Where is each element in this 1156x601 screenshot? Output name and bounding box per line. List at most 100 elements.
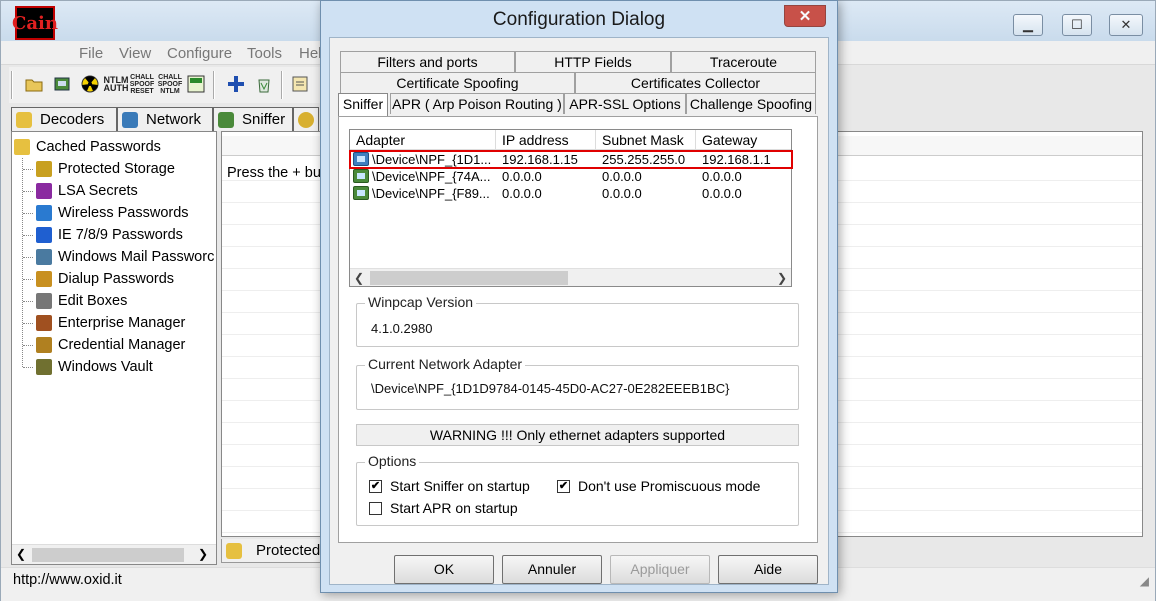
tree-item[interactable]: IE 7/8/9 Passwords <box>36 224 183 246</box>
radiation-icon[interactable] <box>79 73 101 95</box>
scroll-left-icon[interactable]: ❮ <box>350 269 368 286</box>
tree-item[interactable]: Credential Manager <box>36 334 185 356</box>
tree-item-label: IE 7/8/9 Passwords <box>58 227 183 243</box>
no-promiscuous-option[interactable]: ✔ Don't use Promiscuous mode <box>557 478 760 494</box>
tab-apr-ssl-options[interactable]: APR-SSL Options <box>564 93 686 114</box>
tab-decoders[interactable]: Decoders <box>11 107 117 131</box>
tree-item-label: Enterprise Manager <box>58 315 186 331</box>
start-apr-option[interactable]: Start APR on startup <box>369 500 518 516</box>
col-subnet-mask[interactable]: Subnet Mask <box>596 130 696 150</box>
close-button[interactable]: ✕ <box>1109 14 1143 36</box>
menu-tools[interactable]: Tools <box>247 45 282 62</box>
start-sniffer-option[interactable]: ✔ Start Sniffer on startup <box>369 478 530 494</box>
adapter-cell-adapter: \Device\NPF_{1D1... <box>372 152 492 167</box>
menu-file[interactable]: File <box>79 45 103 62</box>
adapter-row[interactable]: \Device\NPF_{F89... 0.0.0.0 0.0.0.0 0.0.0.0 <box>350 185 791 202</box>
network-icon <box>122 111 138 128</box>
menu-configure[interactable]: Configure <box>167 45 232 62</box>
help-button[interactable]: Aide <box>718 555 818 584</box>
tree-panel: Cached Passwords Protected Storage LSA Se… <box>11 131 217 565</box>
calculator-icon[interactable] <box>185 73 207 95</box>
certificate-icon[interactable] <box>289 73 311 95</box>
configuration-dialog: Configuration Dialog ✕ Filters and ports… <box>320 0 838 593</box>
col-gateway[interactable]: Gateway <box>696 130 791 150</box>
tree-item-label: Protected Storage <box>58 161 175 177</box>
tree-root-cached-passwords[interactable]: Cached Passwords <box>14 136 161 158</box>
tree-hscrollbar[interactable]: ❮ ❯ <box>12 544 216 564</box>
apply-button[interactable]: Appliquer <box>610 555 710 584</box>
tab-certificates-collector[interactable]: Certificates Collector <box>575 72 816 93</box>
dialog-close-button[interactable]: ✕ <box>784 5 826 27</box>
tab-traceroute[interactable]: Traceroute <box>671 51 816 72</box>
dialog-title: Configuration Dialog <box>492 9 666 30</box>
start-sniffer-checkbox[interactable]: ✔ <box>369 479 382 493</box>
key-icon <box>298 111 314 128</box>
tab-network[interactable]: Network <box>117 107 213 131</box>
minimize-button[interactable]: ▁ <box>1013 14 1043 36</box>
maximize-button[interactable]: ☐ <box>1062 14 1092 36</box>
winpcap-version-label: Winpcap Version <box>365 294 477 310</box>
tree-item[interactable]: Wireless Passwords <box>36 202 189 224</box>
tab-apr[interactable]: APR ( Arp Poison Routing ) <box>390 93 564 114</box>
scroll-thumb[interactable] <box>32 548 184 562</box>
mail-icon <box>36 249 52 265</box>
menu-help[interactable]: Hel <box>299 45 322 62</box>
adapter-cell-mask: 0.0.0.0 <box>602 169 642 184</box>
scroll-right-icon[interactable]: ❯ <box>773 269 791 286</box>
adapter-list-hscrollbar[interactable]: ❮ ❯ <box>350 268 791 286</box>
recycle-bin-icon[interactable] <box>253 73 275 95</box>
tab-filters-and-ports[interactable]: Filters and ports <box>340 51 515 72</box>
tab-challenge-spoofing[interactable]: Challenge Spoofing <box>686 93 816 114</box>
adapter-row[interactable]: \Device\NPF_{74A... 0.0.0.0 0.0.0.0 0.0.0.0 <box>350 168 791 185</box>
tree-item[interactable]: Enterprise Manager <box>36 312 185 334</box>
toolbar: NTLM AUTH CHALL SPOOF RESET CHALL SPOOF … <box>9 67 329 103</box>
grid-hint-text: Press the + bu <box>227 165 321 181</box>
add-icon[interactable] <box>225 73 247 95</box>
no-promiscuous-checkbox[interactable]: ✔ <box>557 479 570 493</box>
cached-passwords-icon <box>14 139 30 155</box>
adapter-cell-mask: 0.0.0.0 <box>602 186 642 201</box>
adapter-cell-gateway: 0.0.0.0 <box>702 186 742 201</box>
chall-spoof-reset-icon[interactable]: CHALL SPOOF RESET <box>130 73 155 95</box>
credential-icon <box>36 337 52 353</box>
adapter-cell-mask: 255.255.255.0 <box>602 152 686 167</box>
col-ip-address[interactable]: IP address <box>496 130 596 150</box>
tree-item[interactable]: Edit Boxes <box>36 290 127 312</box>
tree-item[interactable]: Windows Mail Passworc <box>36 246 214 268</box>
scroll-thumb[interactable] <box>370 271 568 285</box>
tree-item[interactable]: Windows Vault <box>36 356 153 378</box>
tab-sniffer[interactable]: Sniffer <box>338 93 388 116</box>
adapter-list[interactable]: Adapter IP address Subnet Mask Gateway \… <box>349 129 792 287</box>
tab-cracker[interactable] <box>293 107 319 131</box>
chall-spoof-ntlm-icon[interactable]: CHALL SPOOF NTLM <box>158 73 183 95</box>
scroll-right-icon[interactable]: ❯ <box>198 547 208 561</box>
tree-item[interactable]: LSA Secrets <box>36 180 138 202</box>
network-card-icon[interactable] <box>51 73 73 95</box>
lsa-secrets-icon <box>36 183 52 199</box>
sniffer-icon <box>218 111 234 128</box>
resize-grip-icon[interactable]: ◢ <box>1140 574 1149 588</box>
adapter-cell-gateway: 0.0.0.0 <box>702 169 742 184</box>
tab-http-fields[interactable]: HTTP Fields <box>515 51 671 72</box>
tab-certificate-spoofing[interactable]: Certificate Spoofing <box>340 72 575 93</box>
options-label: Options <box>365 453 420 469</box>
tree-item-label: Windows Vault <box>58 359 153 375</box>
open-folder-icon[interactable] <box>23 73 45 95</box>
scroll-left-icon[interactable]: ❮ <box>16 547 26 561</box>
tree-item-label: LSA Secrets <box>58 183 138 199</box>
col-adapter[interactable]: Adapter <box>350 130 496 150</box>
tree-item-label: Wireless Passwords <box>58 205 189 221</box>
tree-item-label: Edit Boxes <box>58 293 128 309</box>
tab-sniffer[interactable]: Sniffer <box>213 107 293 131</box>
menu-view[interactable]: View <box>119 45 151 62</box>
tree-item[interactable]: Protected Storage <box>36 158 175 180</box>
tree-item-label: Windows Mail Passworc <box>58 249 215 265</box>
ok-button[interactable]: OK <box>394 555 494 584</box>
dialup-icon <box>36 271 52 287</box>
ntlm-auth-icon[interactable]: NTLM AUTH <box>104 73 129 95</box>
cancel-button[interactable]: Annuler <box>502 555 602 584</box>
adapter-cell-ip: 0.0.0.0 <box>502 186 542 201</box>
tree-item[interactable]: Dialup Passwords <box>36 268 174 290</box>
start-apr-checkbox[interactable] <box>369 501 382 515</box>
adapter-row[interactable]: \Device\NPF_{1D1... 192.168.1.15 255.255.2… <box>350 151 791 168</box>
